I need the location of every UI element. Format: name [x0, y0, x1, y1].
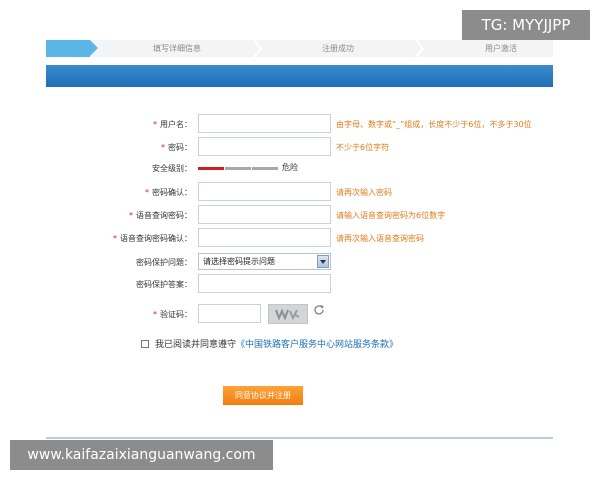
step-separator-icon	[415, 40, 424, 57]
password-confirm-label: * 密码确认：	[145, 188, 192, 197]
agree-checkbox[interactable]	[141, 340, 149, 348]
security-level-segment	[225, 167, 251, 170]
username-label: * 用户名：	[153, 120, 192, 129]
captcha-label: * 验证码：	[153, 310, 192, 319]
security-level-segment	[198, 167, 224, 170]
watermark-bottom: www.kaifazaixianguanwang.com	[10, 440, 273, 470]
header-banner	[46, 65, 553, 87]
password-input[interactable]	[198, 137, 331, 156]
agree-text: 我已阅读并同意遵守《中国铁路客户服务中心网站服务条款》	[155, 337, 398, 350]
chevron-down-icon[interactable]	[317, 255, 329, 268]
password-confirm-input[interactable]	[198, 182, 331, 201]
required-mark: *	[129, 211, 133, 220]
captcha-input[interactable]	[198, 304, 261, 323]
password-label: * 密码：	[161, 143, 192, 152]
security-question-select[interactable]: 请选择密码提示问题	[198, 253, 331, 270]
required-mark: *	[153, 120, 157, 129]
security-answer-input[interactable]	[198, 274, 331, 293]
step-indicator-active	[46, 40, 90, 57]
voice-password-confirm-hint: 请再次输入语音查询密码	[336, 234, 424, 243]
username-hint: 由字母、数字或“_”组成，长度不少于6位，不多于30位	[336, 120, 532, 129]
security-level-text: 危险	[282, 163, 298, 172]
footer-divider	[46, 437, 553, 439]
voice-password-label: * 语音查询密码：	[129, 211, 192, 220]
required-mark: *	[153, 310, 157, 319]
captcha-glyphs-icon	[275, 308, 300, 321]
required-mark: *	[145, 188, 149, 197]
required-mark: *	[113, 234, 117, 243]
voice-password-input[interactable]	[198, 205, 331, 224]
step-2: 注册成功	[322, 44, 354, 53]
security-level-segment	[252, 167, 278, 170]
refresh-icon[interactable]	[313, 304, 325, 316]
step-progress-bar: 填写详细信息 注册成功 用户激活	[46, 40, 553, 57]
agree-and-register-button[interactable]: 同意协议并注册	[223, 386, 303, 405]
security-question-selected: 请选择密码提示问题	[203, 257, 275, 266]
step-indicator-arrow	[90, 40, 98, 56]
agree-prefix: 我已阅读并同意遵守	[155, 340, 237, 350]
security-level-label: 安全级别：	[152, 164, 192, 173]
voice-password-confirm-label: * 语音查询密码确认：	[113, 234, 192, 243]
voice-password-hint: 请输入语音查询密码为6位数字	[336, 211, 446, 220]
step-3: 用户激活	[485, 44, 517, 53]
required-mark: *	[161, 143, 165, 152]
username-input[interactable]	[198, 114, 331, 133]
security-question-label: 密码保护问题：	[136, 258, 192, 267]
password-hint: 不少于6位字符	[336, 143, 390, 152]
captcha-image[interactable]	[268, 304, 308, 324]
security-answer-label: 密码保护答案：	[136, 280, 192, 289]
password-confirm-hint: 请再次输入密码	[336, 188, 392, 197]
watermark-top: TG: MYYJJPP	[462, 10, 590, 40]
voice-password-confirm-input[interactable]	[198, 228, 331, 247]
terms-link[interactable]: 《中国铁路客户服务中心网站服务条款》	[236, 340, 398, 350]
step-1: 填写详细信息	[153, 44, 201, 53]
step-separator-icon	[253, 40, 262, 57]
